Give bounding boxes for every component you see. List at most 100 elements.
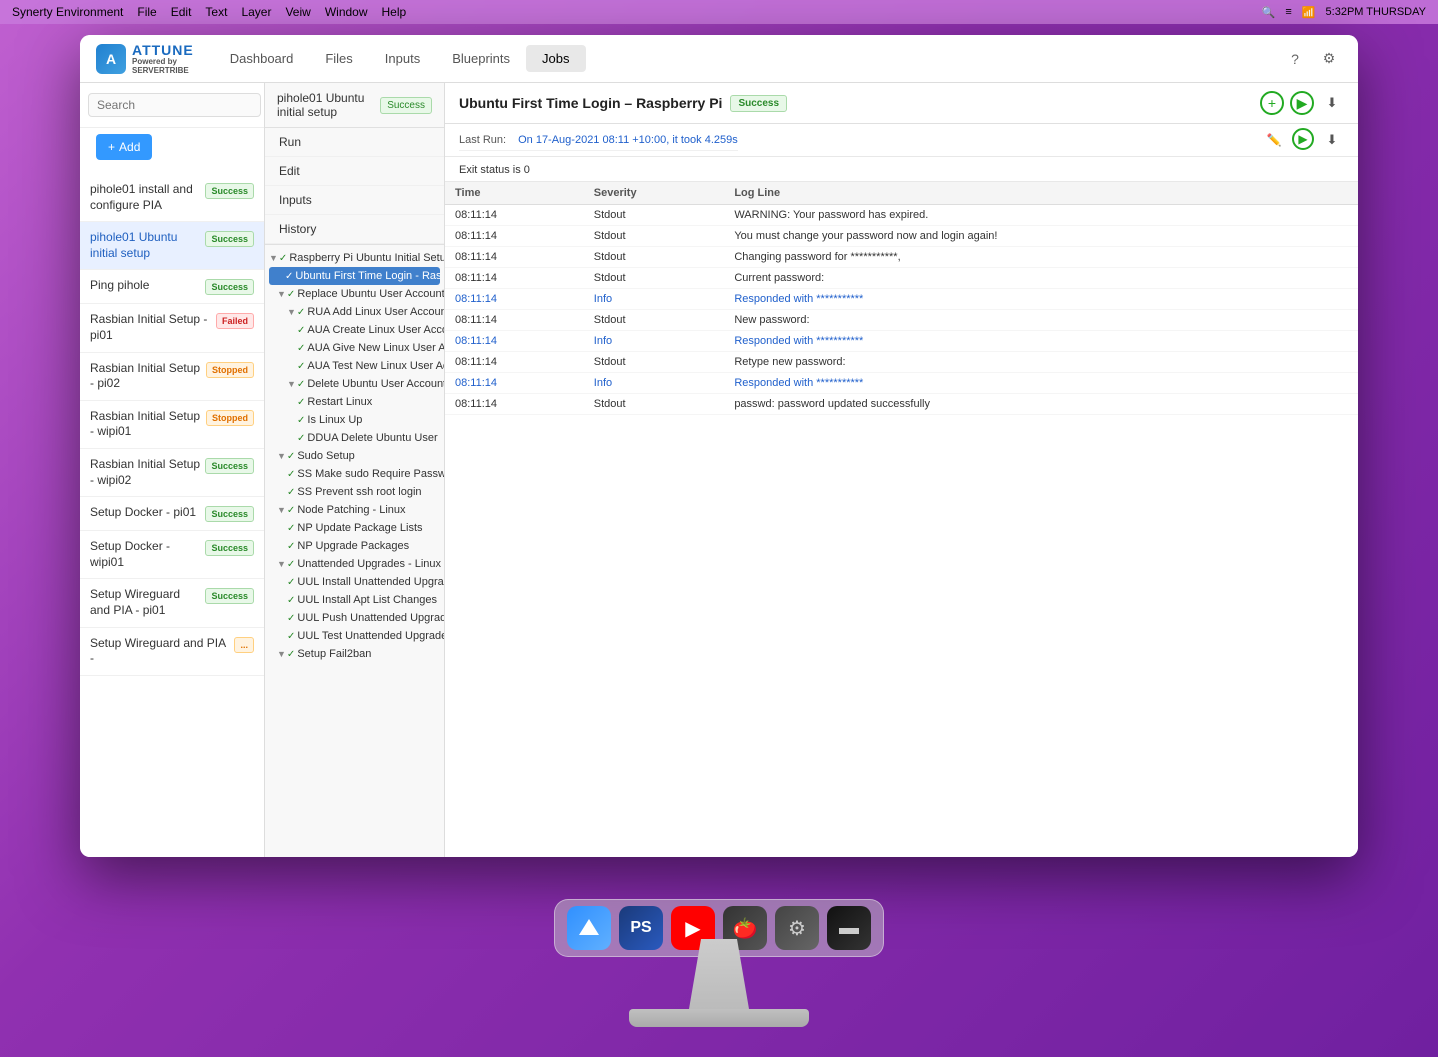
last-run-value[interactable]: On 17-Aug-2021 08:11 +10:00, it took 4.2… <box>518 134 738 146</box>
sidebar-item-ping[interactable]: Ping pihole Success <box>80 270 264 304</box>
log-time: 08:11:14 <box>445 205 584 226</box>
attune-dock-icon[interactable] <box>567 906 611 950</box>
check-icon: ✓ <box>297 307 305 318</box>
check-icon: ✓ <box>287 487 295 498</box>
log-line: You must change your password now and lo… <box>724 226 1358 247</box>
tree-item-aua-give[interactable]: ✓ AUA Give New Linux User Account sudo P… <box>265 339 444 357</box>
tree-label: UUL Install Unattended Upgrades Package <box>297 576 444 588</box>
sidebar-item-pihole01-pia[interactable]: pihole01 install and configure PIA Succe… <box>80 174 264 222</box>
tree-item-fail2ban[interactable]: ▼ ✓ Setup Fail2ban <box>265 645 444 663</box>
tab-blueprints[interactable]: Blueprints <box>436 45 526 72</box>
sidebar-item-rasbian-wipi01[interactable]: Rasbian Initial Setup - wipi01 Stopped <box>80 401 264 449</box>
edit-icon[interactable]: ✏️ <box>1262 128 1286 152</box>
tab-inputs[interactable]: Inputs <box>369 45 436 72</box>
menu-veiw[interactable]: Veiw <box>285 5 310 19</box>
sidebar-item-rasbian-pi02[interactable]: Rasbian Initial Setup - pi02 Stopped <box>80 353 264 401</box>
log-severity: Info <box>584 373 725 394</box>
tree-item-uul-install[interactable]: ✓ UUL Install Unattended Upgrades Packag… <box>265 573 444 591</box>
sidebar-item-wireguard-2[interactable]: Setup Wireguard and PIA - ... <box>80 628 264 676</box>
sidebar-item-name: Rasbian Initial Setup - wipi02 <box>90 457 201 488</box>
tab-jobs[interactable]: Jobs <box>526 45 585 72</box>
add-button[interactable]: + Add <box>96 134 152 160</box>
tab-files[interactable]: Files <box>309 45 368 72</box>
content-area: 🔍 + Add pihole01 install and configure P… <box>80 83 1358 857</box>
check-icon: ✓ <box>297 433 305 444</box>
stand-base <box>629 1009 809 1027</box>
status-badge: Success <box>205 231 254 247</box>
log-time[interactable]: 08:11:14 <box>445 331 584 352</box>
exit-status: Exit status is 0 <box>459 164 530 176</box>
search-icon[interactable]: 🔍 <box>1262 6 1276 19</box>
tree-item-aua-test[interactable]: ✓ AUA Test New Linux User Account <box>265 357 444 375</box>
sidebar-item-docker-wipi01[interactable]: Setup Docker - wipi01 Success <box>80 531 264 579</box>
sidebar-item-pihole01-ubuntu[interactable]: pihole01 Ubuntu initial setup Success <box>80 222 264 270</box>
sidebar-item-name: pihole01 install and configure PIA <box>90 182 201 213</box>
check-icon: ✓ <box>287 505 295 516</box>
log-line[interactable]: Responded with *********** <box>724 331 1358 352</box>
app-logo: A ATTUNE Powered by SERVERTRIBE <box>96 42 194 76</box>
sidebar-item-rasbian-wipi02[interactable]: Rasbian Initial Setup - wipi02 Success <box>80 449 264 497</box>
add-step-icon[interactable]: + <box>1260 91 1284 115</box>
log-time: 08:11:14 <box>445 394 584 415</box>
log-time[interactable]: 08:11:14 <box>445 289 584 310</box>
menu-bar-right: 🔍 ≡ 📶 5:32PM THURSDAY <box>1262 6 1426 19</box>
log-line: Retype new password: <box>724 352 1358 373</box>
action-run[interactable]: Run <box>265 128 444 157</box>
tree-item-np-upgrade[interactable]: ✓ NP Upgrade Packages <box>265 537 444 555</box>
menu-layer[interactable]: Layer <box>241 5 271 19</box>
tree-item-aua-create[interactable]: ✓ AUA Create Linux User Account <box>265 321 444 339</box>
check-icon: ✓ <box>287 649 295 660</box>
tree-item-ss-ssh[interactable]: ✓ SS Prevent ssh root login <box>265 483 444 501</box>
log-time: 08:11:14 <box>445 247 584 268</box>
log-row: 08:11:14StdoutNew password: <box>445 310 1358 331</box>
tree-item-ss-sudo[interactable]: ✓ SS Make sudo Require Password <box>265 465 444 483</box>
action-history[interactable]: History <box>265 215 444 244</box>
terminal-dock-icon[interactable]: ▬ <box>827 906 871 950</box>
check-icon: ✓ <box>287 577 295 588</box>
tree-item-replace-user[interactable]: ▼ ✓ Replace Ubuntu User Account <box>265 285 444 303</box>
tree-item-uul-apt[interactable]: ✓ UUL Install Apt List Changes <box>265 591 444 609</box>
nav-tabs: Dashboard Files Inputs Blueprints Jobs <box>214 45 586 72</box>
tree-item-ddua[interactable]: ✓ DDUA Delete Ubuntu User <box>265 429 444 447</box>
settings-icon[interactable]: ⚙ <box>1316 46 1342 72</box>
run-icon[interactable]: ▶ <box>1290 91 1314 115</box>
tree-item-restart[interactable]: ✓ Restart Linux <box>265 393 444 411</box>
download-step-icon[interactable]: ⬇ <box>1320 128 1344 152</box>
tree-item-unattended[interactable]: ▼ ✓ Unattended Upgrades - Linux <box>265 555 444 573</box>
menu-text[interactable]: Text <box>205 5 227 19</box>
logo-text: ATTUNE <box>132 42 194 58</box>
log-line[interactable]: Responded with *********** <box>724 373 1358 394</box>
tree-item-ubuntu-login[interactable]: ✓ Ubuntu First Time Login - Raspberry Pi <box>269 267 440 285</box>
collapse-icon: ▼ <box>277 649 286 659</box>
help-icon[interactable]: ? <box>1282 46 1308 72</box>
log-line[interactable]: Responded with *********** <box>724 289 1358 310</box>
run-step-icon[interactable]: ▶ <box>1292 128 1314 150</box>
log-row: 08:11:14InfoResponded with *********** <box>445 331 1358 352</box>
search-input[interactable] <box>88 93 261 117</box>
tab-dashboard[interactable]: Dashboard <box>214 45 310 72</box>
tree-item-islinux[interactable]: ✓ Is Linux Up <box>265 411 444 429</box>
tree-item[interactable]: ▼ ✓ Raspberry Pi Ubuntu Initial Setup <box>265 249 444 267</box>
menu-file[interactable]: File <box>137 5 156 19</box>
tree-item-sudo[interactable]: ▼ ✓ Sudo Setup <box>265 447 444 465</box>
sidebar-item-wireguard-pi01[interactable]: Setup Wireguard and PIA - pi01 Success <box>80 579 264 627</box>
action-edit[interactable]: Edit <box>265 157 444 186</box>
menu-edit[interactable]: Edit <box>171 5 192 19</box>
menu-help[interactable]: Help <box>382 5 407 19</box>
tree-item-uul-test[interactable]: ✓ UUL Test Unattended Upgrade <box>265 627 444 645</box>
log-severity: Stdout <box>584 268 725 289</box>
menu-icon[interactable]: ≡ <box>1285 6 1291 18</box>
tree-item-rua[interactable]: ▼ ✓ RUA Add Linux User Account <box>265 303 444 321</box>
tree-item-uul-push[interactable]: ✓ UUL Push Unattended Upgrades Config <box>265 609 444 627</box>
tree-label: Is Linux Up <box>307 414 362 426</box>
tree-item-delete[interactable]: ▼ ✓ Delete Ubuntu User Account - Linux <box>265 375 444 393</box>
tree-label: SS Make sudo Require Password <box>297 468 444 480</box>
sidebar-item-rasbian-pi01[interactable]: Rasbian Initial Setup - pi01 Failed <box>80 304 264 352</box>
download-icon[interactable]: ⬇ <box>1320 91 1344 115</box>
sidebar-item-docker-pi01[interactable]: Setup Docker - pi01 Success <box>80 497 264 531</box>
log-time[interactable]: 08:11:14 <box>445 373 584 394</box>
tree-item-node-patching[interactable]: ▼ ✓ Node Patching - Linux <box>265 501 444 519</box>
menu-window[interactable]: Window <box>325 5 368 19</box>
tree-item-np-update[interactable]: ✓ NP Update Package Lists <box>265 519 444 537</box>
action-inputs[interactable]: Inputs <box>265 186 444 215</box>
